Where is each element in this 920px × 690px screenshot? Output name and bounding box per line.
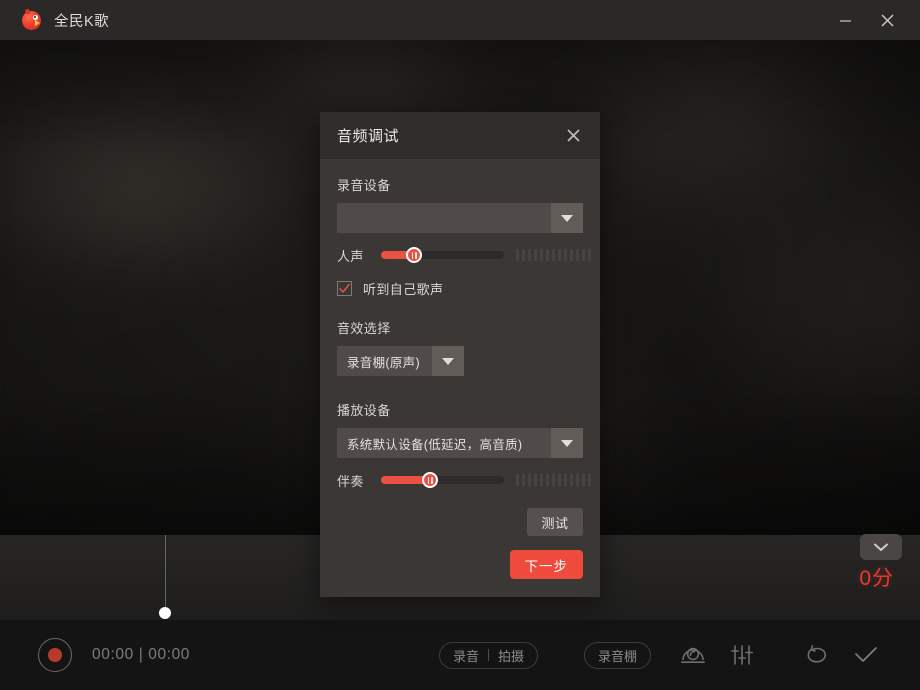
dialog-body: 录音设备 人声 听到自己歌声 音效选择 录音棚(原声) 播放设备 系统默认设备(… xyxy=(320,159,600,597)
dialog-header: 音频调试 xyxy=(320,112,600,159)
playback-device-select[interactable]: 系统默认设备(低延迟，高音质) xyxy=(337,428,583,458)
headset-button[interactable] xyxy=(676,638,710,672)
minimize-icon xyxy=(839,19,851,22)
mode-shoot-label: 拍摄 xyxy=(498,648,525,664)
playhead-dot xyxy=(159,607,171,619)
record-button[interactable] xyxy=(38,638,72,672)
monitor-checkbox-row[interactable]: 听到自己歌声 xyxy=(337,279,583,298)
vocal-slider-label: 人声 xyxy=(337,248,364,264)
record-device-label: 录音设备 xyxy=(337,178,391,193)
kugou-bird-logo-icon xyxy=(22,7,41,30)
close-icon xyxy=(566,129,580,142)
accomp-volume-row: 伴奏 xyxy=(337,472,591,489)
title-bar: 全民K歌 xyxy=(0,0,920,40)
effect-select-value: 录音棚(原声) xyxy=(347,355,420,370)
close-window-button[interactable] xyxy=(866,0,908,40)
mode-toggle-record-shoot[interactable]: 录音 拍摄 xyxy=(439,641,539,669)
timer-display: 00:00 | 00:00 xyxy=(92,646,191,663)
mode-record-label: 录音 xyxy=(453,648,480,664)
vocal-volume-row: 人声 xyxy=(337,247,591,264)
equalizer-button[interactable] xyxy=(725,638,759,672)
redo-icon xyxy=(807,644,826,663)
effect-select[interactable]: 录音棚(原声) xyxy=(337,346,464,376)
accomp-slider-handle[interactable] xyxy=(422,472,439,488)
accomp-level-meter xyxy=(516,474,591,486)
score-display: 0分 xyxy=(859,567,894,590)
check-mark-icon xyxy=(339,283,350,293)
dialog-title: 音频调试 xyxy=(337,128,400,145)
collapse-lyrics-button[interactable] xyxy=(860,534,902,560)
accomp-volume-slider[interactable] xyxy=(381,472,504,488)
vocal-slider-handle[interactable] xyxy=(406,247,423,263)
headset-icon xyxy=(681,647,705,664)
vocal-volume-slider[interactable] xyxy=(381,247,504,263)
playback-device-label: 播放设备 xyxy=(337,403,391,418)
caret-down-icon xyxy=(431,346,464,376)
window-controls xyxy=(824,0,920,40)
check-icon xyxy=(855,647,877,662)
monitor-checkbox[interactable] xyxy=(337,281,352,296)
next-step-button[interactable]: 下一步 xyxy=(509,550,583,579)
studio-preset-label: 录音棚 xyxy=(598,648,638,664)
equalizer-icon xyxy=(730,645,754,665)
close-icon xyxy=(880,13,894,27)
accomp-slider-label: 伴奏 xyxy=(337,473,364,489)
audio-debug-dialog: 音频调试 录音设备 人声 听到自己歌声 音效选择 录音棚(原声) 播放设备 系统… xyxy=(320,112,600,597)
redo-button[interactable] xyxy=(800,638,834,672)
monitor-checkbox-label: 听到自己歌声 xyxy=(363,282,444,297)
playhead-line xyxy=(165,535,166,613)
playback-device-value: 系统默认设备(低延迟，高音质) xyxy=(347,437,523,452)
minimize-button[interactable] xyxy=(824,0,866,40)
record-dot-icon xyxy=(48,648,62,662)
dialog-close-button[interactable] xyxy=(560,123,586,149)
vocal-level-meter xyxy=(516,249,591,261)
record-device-select[interactable] xyxy=(337,203,583,233)
app-title: 全民K歌 xyxy=(54,13,110,30)
test-button[interactable]: 测试 xyxy=(527,508,583,536)
caret-down-icon xyxy=(551,203,583,233)
caret-down-icon xyxy=(551,428,583,458)
chevron-down-icon xyxy=(874,543,888,551)
next-button-row: 下一步 xyxy=(337,550,583,579)
test-button-row: 测试 xyxy=(337,508,583,536)
karaoke-app-window: 全民K歌 0分 00:00 | 00:00 录音 拍摄 录音棚 音频调试 录音设… xyxy=(0,0,920,690)
effect-select-label: 音效选择 xyxy=(337,321,391,336)
mode-separator xyxy=(488,649,490,661)
studio-preset-button[interactable]: 录音棚 xyxy=(584,641,652,669)
bottom-toolbar: 00:00 | 00:00 录音 拍摄 录音棚 xyxy=(0,620,920,690)
finish-button[interactable] xyxy=(849,638,883,672)
